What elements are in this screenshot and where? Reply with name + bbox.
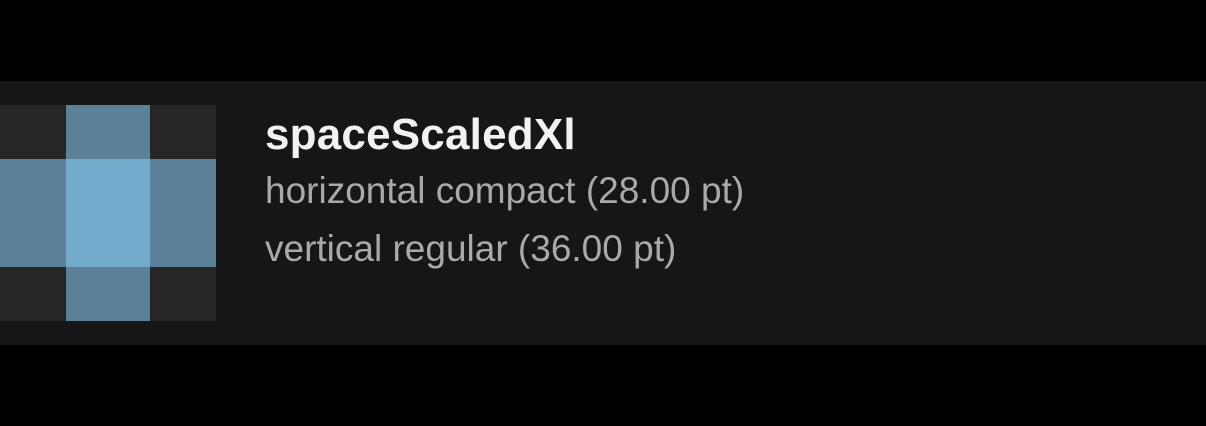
swatch-edge-left bbox=[0, 159, 66, 267]
swatch-corner-bottom-left bbox=[0, 267, 66, 321]
spacing-preview-swatch bbox=[0, 105, 216, 321]
swatch-corner-bottom-right bbox=[150, 267, 216, 321]
swatch-edge-right bbox=[150, 159, 216, 267]
swatch-center bbox=[66, 159, 150, 267]
swatch-corner-top-left bbox=[0, 105, 66, 159]
token-vertical-value: vertical regular (36.00 pt) bbox=[265, 228, 677, 269]
swatch-corner-top-right bbox=[150, 105, 216, 159]
token-text-group: spaceScaledXl horizontal compact (28.00 … bbox=[265, 109, 744, 278]
token-name: spaceScaledXl bbox=[265, 110, 576, 159]
spacing-token-row: spaceScaledXl horizontal compact (28.00 … bbox=[0, 81, 1206, 345]
swatch-edge-top bbox=[66, 105, 150, 159]
token-horizontal-value: horizontal compact (28.00 pt) bbox=[265, 170, 745, 211]
swatch-edge-bottom bbox=[66, 267, 150, 321]
